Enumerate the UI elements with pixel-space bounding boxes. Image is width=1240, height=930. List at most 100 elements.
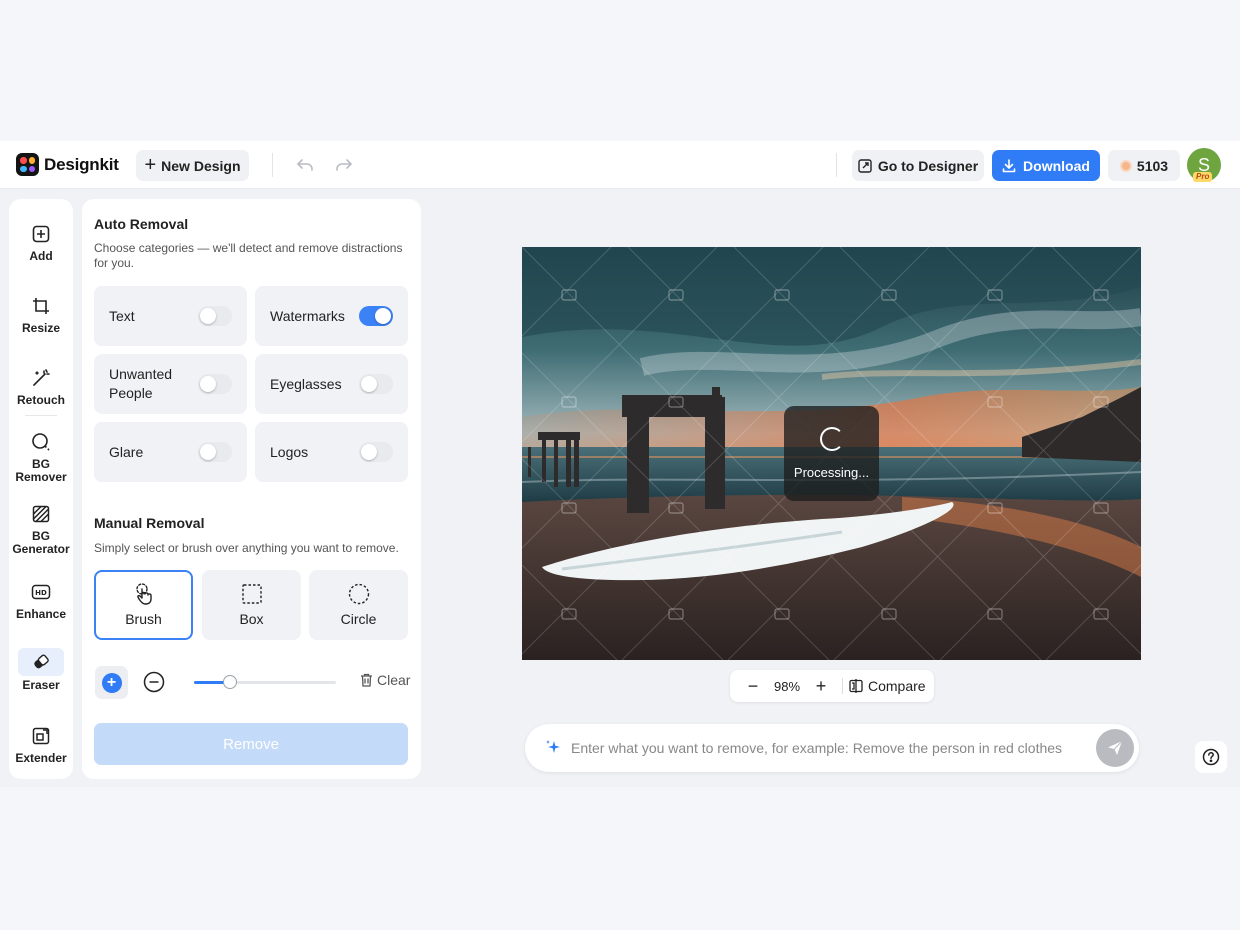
plus-icon: + bbox=[144, 153, 157, 176]
download-label: Download bbox=[1023, 157, 1090, 174]
remove-label: Remove bbox=[223, 735, 279, 753]
pro-badge: Pro bbox=[1193, 172, 1213, 182]
tool-label: Eraser bbox=[22, 678, 60, 692]
credits-count: 5103 bbox=[1136, 157, 1169, 174]
eraser-panel: Auto Removal Choose categories — we'll d… bbox=[82, 199, 421, 779]
help-button[interactable] bbox=[1195, 741, 1227, 773]
plus-icon: + bbox=[101, 672, 122, 693]
divider bbox=[836, 153, 837, 177]
box-select-icon bbox=[241, 584, 262, 604]
circle-select-icon bbox=[348, 583, 369, 605]
divider bbox=[842, 678, 843, 694]
manual-removal-description: Simply select or brush over anything you… bbox=[94, 541, 399, 555]
divider bbox=[272, 153, 273, 177]
designkit-logo[interactable] bbox=[16, 153, 39, 176]
new-design-button[interactable]: + New Design bbox=[136, 150, 249, 181]
category-glare[interactable]: Glare bbox=[94, 422, 247, 482]
loading-spinner-icon bbox=[819, 427, 844, 451]
tool-label: Extender bbox=[15, 751, 67, 765]
redo-icon[interactable] bbox=[334, 155, 354, 175]
auto-removal-title: Auto Removal bbox=[94, 216, 189, 232]
tool-retouch[interactable]: Retouch bbox=[9, 365, 73, 407]
slider-thumb[interactable] bbox=[223, 675, 237, 689]
mode-brush[interactable]: Brush bbox=[94, 570, 193, 640]
processing-label: Processing... bbox=[793, 465, 870, 480]
mode-circle[interactable]: Circle bbox=[309, 570, 408, 640]
category-label: Watermarks bbox=[270, 307, 345, 324]
zoom-toolbar: − 98% + Compare bbox=[730, 670, 934, 702]
category-watermarks[interactable]: Watermarks bbox=[255, 286, 408, 346]
compare-label: Compare bbox=[868, 678, 926, 694]
brush-size-slider[interactable] bbox=[194, 675, 336, 689]
tool-eraser[interactable]: Eraser bbox=[9, 648, 73, 692]
download-icon bbox=[1002, 158, 1016, 172]
coin-icon bbox=[1119, 159, 1132, 172]
toggle-switch[interactable] bbox=[359, 374, 393, 394]
bg-remover-icon bbox=[27, 429, 55, 455]
svg-text:HD: HD bbox=[35, 589, 47, 597]
undo-icon[interactable] bbox=[295, 155, 315, 175]
top-bar: Designkit + New Design Go to Designer Do… bbox=[0, 141, 1240, 189]
toggle-switch[interactable] bbox=[198, 374, 232, 394]
download-button[interactable]: Download bbox=[992, 150, 1100, 181]
designer-icon bbox=[858, 158, 872, 173]
mode-label: Box bbox=[239, 611, 264, 627]
question-icon bbox=[1202, 748, 1220, 766]
tool-label: BG Generator bbox=[12, 529, 70, 556]
sparkle-icon bbox=[546, 740, 560, 753]
tool-label: Retouch bbox=[17, 393, 65, 407]
category-eyeglasses[interactable]: Eyeglasses bbox=[255, 354, 408, 414]
go-to-designer-button[interactable]: Go to Designer bbox=[852, 150, 984, 181]
auto-removal-description: Choose categories — we'll detect and rem… bbox=[94, 241, 403, 270]
toggle-switch[interactable] bbox=[198, 442, 232, 462]
zoom-level: 98% bbox=[773, 678, 801, 694]
tool-enhance[interactable]: HD Enhance bbox=[9, 579, 73, 621]
category-label: Glare bbox=[109, 443, 144, 460]
crop-icon bbox=[27, 293, 55, 319]
add-square-icon bbox=[27, 221, 55, 247]
compare-icon bbox=[849, 679, 863, 693]
rail-divider bbox=[25, 415, 57, 416]
toggle-switch[interactable] bbox=[359, 442, 393, 462]
tool-rail: Add Resize Retouch BG Remover BG Generat… bbox=[9, 199, 73, 779]
toggle-switch[interactable] bbox=[198, 306, 232, 326]
tool-add[interactable]: Add bbox=[9, 221, 73, 263]
mode-box[interactable]: Box bbox=[202, 570, 301, 640]
compare-button[interactable]: Compare bbox=[849, 678, 926, 694]
zoom-in-button[interactable]: + bbox=[806, 676, 836, 697]
brush-size-increase-button[interactable]: + bbox=[95, 666, 128, 699]
category-label: Logos bbox=[270, 443, 309, 460]
bg-generator-icon bbox=[27, 501, 55, 527]
tool-label: BG Remover bbox=[15, 457, 67, 484]
tool-label: Enhance bbox=[15, 607, 66, 621]
remove-prompt-input[interactable] bbox=[571, 736, 1091, 760]
remove-button[interactable]: Remove bbox=[94, 723, 408, 765]
clear-label: Clear bbox=[377, 672, 411, 688]
minus-circle-icon bbox=[143, 671, 165, 693]
tool-bg-remover[interactable]: BG Remover bbox=[9, 429, 73, 484]
brush-hand-icon bbox=[135, 583, 152, 605]
tool-bg-generator[interactable]: BG Generator bbox=[9, 501, 73, 556]
magic-wand-icon bbox=[27, 365, 55, 391]
credits-badge[interactable]: 5103 bbox=[1108, 150, 1180, 181]
tool-resize[interactable]: Resize bbox=[9, 293, 73, 335]
tool-label: Add bbox=[29, 249, 53, 263]
tool-extender[interactable]: Extender bbox=[9, 723, 73, 765]
category-logos[interactable]: Logos bbox=[255, 422, 408, 482]
mode-label: Brush bbox=[125, 611, 162, 627]
toggle-switch[interactable] bbox=[359, 306, 393, 326]
clear-button[interactable]: Clear bbox=[360, 672, 410, 688]
manual-removal-title: Manual Removal bbox=[94, 515, 205, 531]
app-window: Designkit + New Design Go to Designer Do… bbox=[0, 141, 1240, 787]
new-design-label: New Design bbox=[161, 157, 241, 174]
brand-name: Designkit bbox=[44, 155, 119, 174]
send-button[interactable] bbox=[1096, 729, 1134, 767]
extender-icon bbox=[27, 723, 55, 749]
mode-label: Circle bbox=[340, 611, 377, 627]
category-unwanted-people[interactable]: Unwanted People bbox=[94, 354, 247, 414]
remove-prompt-bar bbox=[525, 724, 1139, 772]
zoom-out-button[interactable]: − bbox=[738, 676, 768, 697]
tool-label: Resize bbox=[21, 321, 61, 335]
brush-size-decrease-button[interactable] bbox=[142, 670, 166, 694]
category-text[interactable]: Text bbox=[94, 286, 247, 346]
